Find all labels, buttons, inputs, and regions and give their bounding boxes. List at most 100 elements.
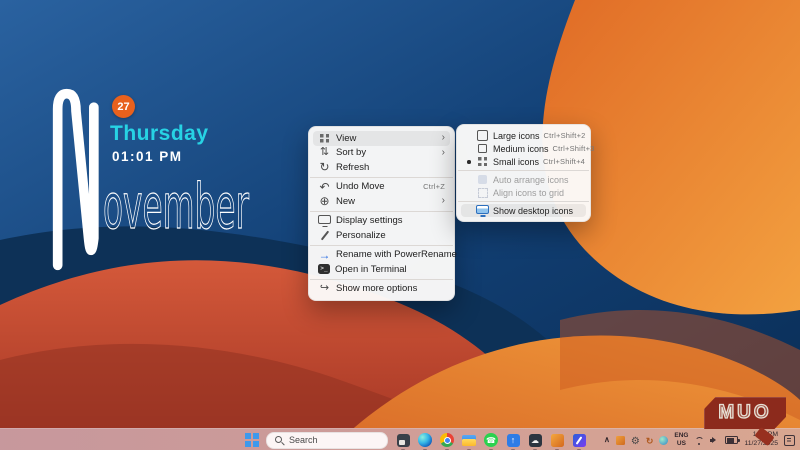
menu-item-shortcut: Ctrl+Shift+2 bbox=[544, 131, 586, 140]
language-indicator[interactable]: ENG US bbox=[674, 433, 688, 447]
menu-item-new[interactable]: New › bbox=[313, 194, 450, 209]
muo-watermark-label: MUO bbox=[718, 402, 771, 424]
menu-item-label: Small icons bbox=[493, 157, 539, 167]
menu-item-shortcut: Ctrl+Shift+3 bbox=[553, 144, 595, 153]
menu-item-label: Open in Terminal bbox=[335, 264, 445, 275]
selected-bullet bbox=[466, 158, 472, 165]
view-submenu: Large icons Ctrl+Shift+2 › Medium icons … bbox=[456, 124, 591, 222]
whatsapp-icon bbox=[484, 433, 498, 447]
menu-separator bbox=[310, 211, 453, 212]
pinned-apps bbox=[395, 430, 587, 450]
taskbar-app-blue-diagonal[interactable] bbox=[571, 430, 587, 450]
taskbar-app-edge[interactable] bbox=[417, 430, 433, 450]
selected-bullet bbox=[466, 132, 472, 139]
notification-icon[interactable] bbox=[784, 435, 795, 446]
desktop-context-menu: View › Sort by › Refresh › Undo Move Ctr… bbox=[308, 126, 455, 301]
menu-item-label: View bbox=[336, 133, 437, 144]
globe-icon[interactable] bbox=[659, 436, 668, 445]
more-options-icon bbox=[318, 283, 331, 295]
small-icons-icon bbox=[476, 156, 489, 168]
taskbar-app-orange[interactable] bbox=[549, 430, 565, 450]
menu-separator bbox=[458, 170, 589, 171]
chevron-right-icon: › bbox=[442, 196, 445, 206]
chevron-right-icon: › bbox=[442, 148, 445, 158]
medium-icons-icon bbox=[476, 143, 489, 155]
menu-item-view[interactable]: View › bbox=[313, 131, 450, 146]
dark-window-icon bbox=[397, 434, 410, 447]
menu-item-label: Rename with PowerRename bbox=[336, 249, 457, 260]
battery-icon[interactable] bbox=[725, 436, 738, 444]
search-icon bbox=[275, 436, 284, 445]
menu-item-personalize[interactable]: Personalize › bbox=[313, 228, 450, 243]
menu-item-label: Sort by bbox=[336, 147, 437, 158]
menu-item-display-settings[interactable]: Display settings › bbox=[313, 214, 450, 229]
menu-item-align-icons-to-grid: Align icons to grid › bbox=[461, 186, 586, 199]
taskbar-app-dark-cloud[interactable] bbox=[527, 430, 543, 450]
desktop: 27 Thursday 01:01 PM ovember View › Sort… bbox=[0, 0, 800, 450]
selected-bullet bbox=[466, 145, 472, 152]
powerrename-icon bbox=[318, 249, 331, 261]
menu-item-rename-with-powerrename[interactable]: Rename with PowerRename › bbox=[313, 248, 450, 263]
menu-separator bbox=[310, 279, 453, 280]
gear-icon[interactable] bbox=[631, 431, 640, 449]
wifi-icon[interactable] bbox=[694, 436, 704, 445]
menu-item-open-in-terminal[interactable]: Open in Terminal › bbox=[313, 262, 450, 277]
tray-orange-app-icon[interactable] bbox=[616, 436, 625, 445]
menu-item-label: Medium icons bbox=[493, 144, 549, 154]
menu-item-label: Auto arrange icons bbox=[493, 175, 581, 185]
search-placeholder: Search bbox=[289, 435, 318, 445]
menu-item-undo-move[interactable]: Undo Move Ctrl+Z › bbox=[313, 180, 450, 195]
menu-item-medium-icons[interactable]: Medium icons Ctrl+Shift+3 › bbox=[461, 142, 586, 155]
personalize-icon bbox=[318, 229, 331, 241]
menu-item-large-icons[interactable]: Large icons Ctrl+Shift+2 › bbox=[461, 129, 586, 142]
menu-item-shortcut: Ctrl+Z bbox=[423, 182, 445, 191]
menu-item-label: New bbox=[336, 196, 437, 207]
menu-separator bbox=[310, 177, 453, 178]
large-icons-icon bbox=[476, 130, 489, 142]
volume-icon[interactable] bbox=[710, 436, 719, 445]
new-icon bbox=[318, 195, 331, 207]
month-name: ovember bbox=[102, 180, 252, 232]
menu-item-refresh[interactable]: Refresh › bbox=[313, 160, 450, 175]
terminal-icon bbox=[318, 264, 330, 274]
start-button[interactable] bbox=[245, 433, 259, 447]
sort-icon bbox=[318, 147, 331, 159]
taskbar-app-whatsapp[interactable] bbox=[483, 430, 499, 450]
undo-icon bbox=[318, 181, 331, 193]
selected-bullet bbox=[466, 207, 472, 214]
dark-cloud-icon bbox=[529, 434, 542, 447]
widget-time: 01:01 PM bbox=[112, 149, 183, 164]
orange-app-icon bbox=[551, 434, 564, 447]
svg-text:ovember: ovember bbox=[103, 180, 249, 232]
menu-item-show-desktop-icons[interactable]: Show desktop icons › bbox=[461, 204, 586, 217]
align-grid-icon bbox=[476, 187, 489, 199]
refresh-icon bbox=[318, 161, 331, 173]
taskbar-app-blue-up-arrow[interactable] bbox=[505, 430, 521, 450]
hidden-icons-chevron[interactable] bbox=[604, 436, 610, 444]
menu-item-show-more-options[interactable]: Show more options › bbox=[313, 282, 450, 297]
selected-bullet bbox=[466, 176, 472, 183]
taskbar-date: 11/27/2025 bbox=[744, 441, 778, 448]
menu-separator bbox=[458, 201, 589, 202]
taskbar: Search bbox=[0, 428, 800, 450]
menu-item-label: Show desktop icons bbox=[493, 206, 581, 216]
search-input[interactable]: Search bbox=[266, 432, 388, 449]
sync-icon[interactable] bbox=[646, 431, 654, 449]
taskbar-app-file-explorer[interactable] bbox=[461, 430, 477, 450]
chevron-right-icon: › bbox=[442, 133, 445, 143]
display-icon bbox=[318, 215, 331, 227]
menu-item-shortcut: Ctrl+Shift+4 bbox=[543, 157, 585, 166]
menu-separator bbox=[310, 245, 453, 246]
menu-item-label: Display settings bbox=[336, 215, 445, 226]
menu-item-label: Align icons to grid bbox=[493, 188, 581, 198]
menu-item-small-icons[interactable]: Small icons Ctrl+Shift+4 › bbox=[461, 155, 586, 168]
menu-item-sort-by[interactable]: Sort by › bbox=[313, 146, 450, 161]
taskbar-app-chrome[interactable] bbox=[439, 430, 455, 450]
month-initial-letter bbox=[49, 84, 103, 273]
taskbar-app-dark-window[interactable] bbox=[395, 430, 411, 450]
selected-bullet bbox=[466, 189, 472, 196]
menu-item-label: Large icons bbox=[493, 131, 540, 141]
muo-watermark: MUO bbox=[704, 397, 786, 429]
menu-item-label: Undo Move bbox=[336, 181, 418, 192]
menu-item-label: Refresh bbox=[336, 162, 445, 173]
